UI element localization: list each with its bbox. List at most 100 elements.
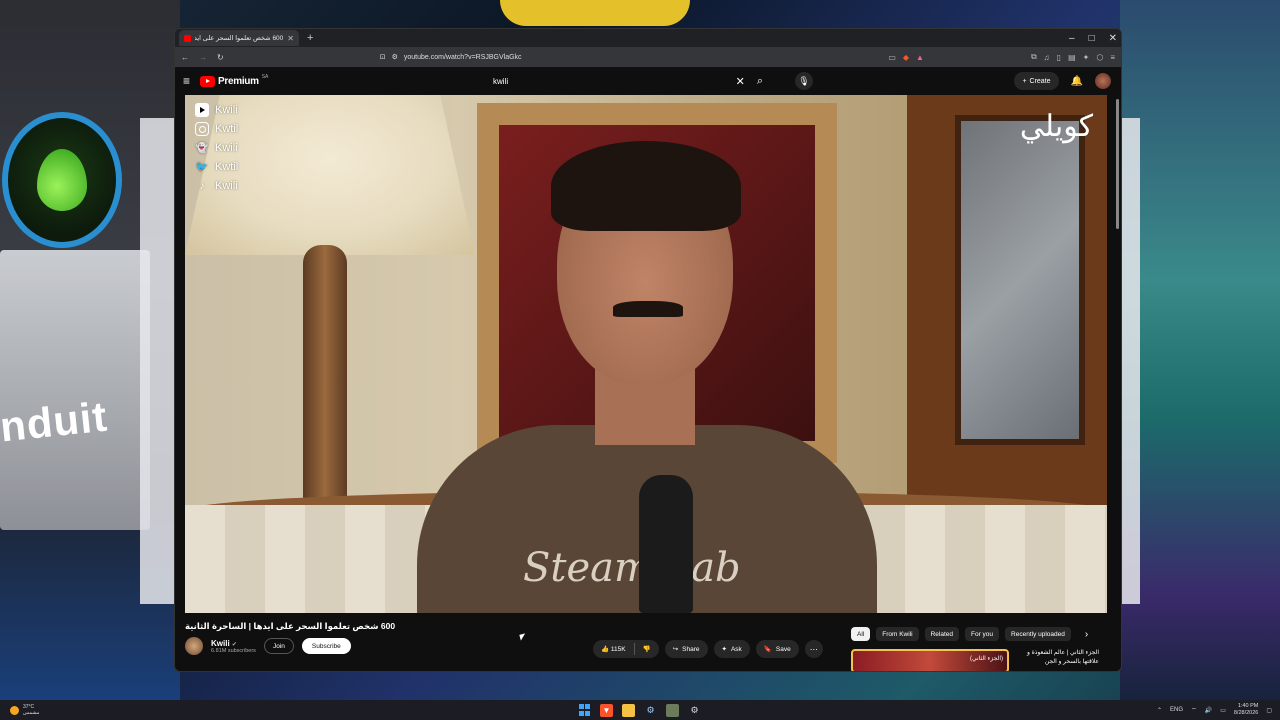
social-label: Kwtil [215,123,239,135]
wallet-icon[interactable]: ▤ [1068,53,1076,62]
recommended-title[interactable]: الجزء الثاني | عالم الشعوذة و علاقتها با… [1015,649,1099,671]
settings-icon[interactable]: ⚙ [688,704,701,717]
language-indicator[interactable]: ENG [1170,707,1183,713]
social-label: Kwili [215,180,238,192]
maximize-button[interactable]: □ [1089,33,1095,44]
channel-row: Kwili ✔ 6.81M subscribers Join Subscribe [185,637,351,655]
related-filter-chips: All From Kwili Related For you Recently … [851,627,1088,641]
join-button[interactable]: Join [263,638,294,654]
browser-tab[interactable]: 600 شخص تعلموا السحر على ايدها | السا...… [179,30,299,46]
volume-icon[interactable]: 🔊 [1205,707,1212,714]
address-bar: ← → ↻ ⊡ ⚙ youtube.com/watch?v=RSJBGVlaGk… [175,47,1121,67]
social-tiktok: ♪ Kwili [195,179,238,193]
channel-avatar[interactable] [185,637,203,655]
youtube-icon [195,103,209,117]
chip-for-you[interactable]: For you [964,627,1000,641]
search-box[interactable]: kwili ✕ ⌕ [485,71,763,91]
minimize-button[interactable]: – [1069,33,1075,44]
subscribe-button[interactable]: Subscribe [301,638,351,654]
media-icon[interactable]: ♫ [1044,53,1050,62]
leo-ai-icon[interactable]: ✦ [1083,53,1090,62]
more-icon: ⋯ [809,644,818,654]
taskbar: 37°C مشمس ▼ ⚙ ⚙ ⌃ ENG ⌔ 🔊 ▭ 1:40 PM 8/28… [0,700,1280,720]
youtube-logo[interactable]: Premium SA [200,74,269,87]
wifi-icon[interactable]: ⌔ [1191,706,1197,714]
social-snapchat: 👻 Kwili [195,141,238,155]
search-input[interactable]: kwili [493,77,736,86]
bookmark-icon[interactable]: ⊡ [380,53,386,61]
like-button[interactable]: 👍 115K [601,645,626,653]
share-icon: ↪ [672,646,679,653]
channel-info: Kwili ✔ 6.81M subscribers [211,639,256,654]
notifications-bell-icon[interactable]: 🔔 [1071,76,1083,87]
url-text: youtube.com/watch?v=RSJBGVlaGkc [403,53,522,61]
account-avatar[interactable] [1095,73,1111,89]
brave-browser-icon[interactable]: ▼ [600,703,613,717]
tray-chevron-icon[interactable]: ⌃ [1157,707,1162,714]
clear-search-icon[interactable]: ✕ [736,75,745,88]
video-scene-door-glass [955,115,1085,445]
sidebar-icon[interactable]: ▯ [1057,53,1061,62]
social-youtube: Kwili [195,103,238,117]
url-field[interactable]: ⊡ ⚙ youtube.com/watch?v=RSJBGVlaGkc [234,50,879,64]
steam-icon[interactable]: ⚙ [644,704,657,717]
recommended-thumbnail[interactable]: (الجزء الثاني) [851,649,1009,671]
chip-related[interactable]: Related [924,627,959,641]
clock[interactable]: 1:40 PM 8/28/2026 [1234,703,1258,717]
save-button[interactable]: 🔖 Save [755,640,799,658]
chevron-right-icon[interactable]: › [1085,629,1088,640]
brave-rewards-icon[interactable]: ▲ [916,53,924,62]
back-icon[interactable]: ← [181,53,189,62]
menu-icon[interactable]: ≡ [1110,53,1115,62]
video-shirt-text: Steam Lab [523,545,741,591]
share-button[interactable]: ↪ Share [664,640,708,658]
microphone-icon: 🎙 [798,75,810,86]
page-scrollbar[interactable] [1116,99,1119,229]
vpn-icon[interactable]: ⬡ [1096,53,1103,62]
cast-icon[interactable]: ▭ [888,53,896,62]
chip-recently-uploaded[interactable]: Recently uploaded [1005,627,1071,641]
youtube-favicon-icon [184,34,191,42]
ask-label: Ask [730,645,742,653]
windows-start-icon[interactable] [578,704,591,717]
youtube-play-icon [200,75,216,87]
country-code: SA [261,74,269,80]
close-window-button[interactable]: ✕ [1109,33,1117,44]
save-label: Save [775,645,791,653]
notification-icon[interactable]: ▢ [1266,707,1272,714]
tab-title: 600 شخص تعلموا السحر على ايدها | السا... [195,35,284,42]
video-title: 600 شخص تعلموا السحر على ايدها | الساحرة… [185,621,396,631]
social-label: Kwtil [215,161,239,173]
close-tab-icon[interactable]: ✕ [287,34,294,43]
brave-shield-icon[interactable]: ◆ [903,53,909,62]
tab-bar: 600 شخص تعلموا السحر على ايدها | السا...… [175,29,1121,47]
wallpaper-yellow-shape [500,0,690,26]
site-info-icon[interactable]: ⚙ [392,53,398,61]
video-player[interactable]: Steam Lab كويلي Kwili Kwtil 👻 Kwili 🐦 Kw… [185,95,1107,613]
chip-from-channel[interactable]: From Kwili [876,627,919,641]
dislike-icon[interactable]: 👎 [643,645,651,653]
channel-name[interactable]: Kwili ✔ [211,639,256,648]
social-instagram: Kwtil [195,122,238,136]
forward-icon[interactable]: → [199,53,207,62]
ask-button[interactable]: ✦ Ask [713,640,750,658]
battery-icon[interactable]: ▭ [1220,707,1226,714]
chip-all[interactable]: All [851,627,871,641]
recommended-video[interactable]: (الجزء الثاني) الجزء الثاني | عالم الشعو… [851,649,1099,671]
game-app-icon[interactable] [666,703,679,717]
taskbar-apps: ▼ ⚙ ⚙ [578,703,701,717]
weather-widget[interactable]: 37°C مشمس [10,704,39,716]
file-explorer-icon[interactable] [622,703,635,717]
search-icon[interactable]: ⌕ [757,75,763,88]
extensions-area: ▭ ◆ ▲ ⧉ ♫ ▯ ▤ ✦ ⬡ ≡ [888,52,1115,62]
more-actions-button[interactable]: ⋯ [804,640,823,658]
channel-watermark-logo: كويلي [1019,109,1093,144]
reload-icon[interactable]: ↻ [217,53,224,62]
instagram-icon [195,122,209,136]
new-tab-button[interactable]: + [307,32,313,44]
voice-search-button[interactable]: 🎙 [795,72,813,90]
extension-icon[interactable]: ⧉ [1031,52,1037,62]
sparkle-icon: ✦ [721,646,727,653]
create-button[interactable]: + Create [1014,72,1059,90]
hamburger-menu-icon[interactable]: ≡ [183,74,190,88]
